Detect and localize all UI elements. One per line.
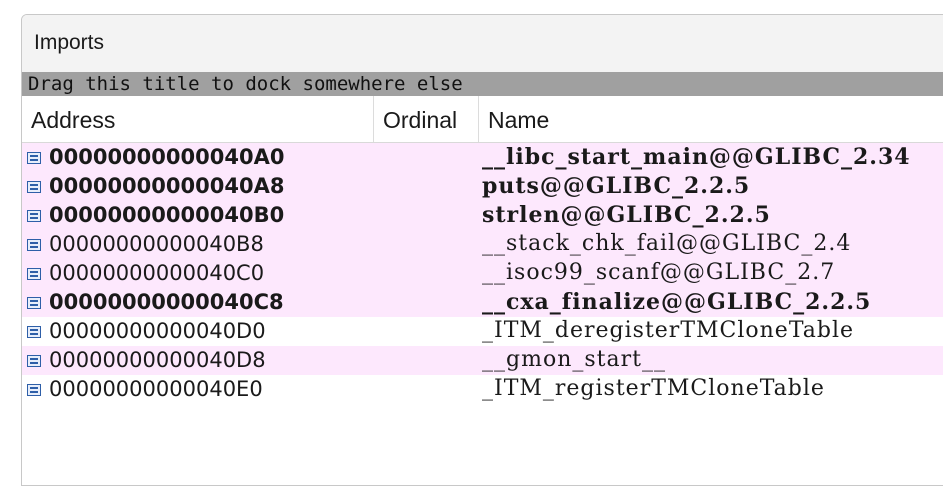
row-name: puts@@GLIBC_2.2.5 xyxy=(482,173,751,199)
row-name: __cxa_finalize@@GLIBC_2.2.5 xyxy=(482,289,872,315)
column-header-ordinal-label: Ordinal xyxy=(383,107,458,133)
column-header-address-label: Address xyxy=(31,107,116,133)
dock-hint-text: Drag this title to dock somewhere else xyxy=(28,73,463,95)
import-entry-icon xyxy=(27,326,41,338)
column-header-address[interactable]: Address xyxy=(22,96,374,142)
table-header: Address Ordinal Name xyxy=(22,96,943,143)
row-address: 00000000000040C0 xyxy=(49,261,265,285)
table-row[interactable]: 00000000000040E0 _ITM_registerTMCloneTabl… xyxy=(22,375,943,404)
row-address: 00000000000040B8 xyxy=(49,232,264,256)
import-entry-icon xyxy=(27,268,41,280)
row-name: strlen@@GLIBC_2.2.5 xyxy=(482,202,771,228)
import-entry-icon xyxy=(27,210,41,222)
import-entry-icon xyxy=(27,384,41,396)
row-name: __gmon_start__ xyxy=(482,347,666,372)
table-row[interactable]: 00000000000040D8 __gmon_start__ xyxy=(22,346,943,375)
imports-panel: Imports Drag this title to dock somewher… xyxy=(21,14,943,486)
table-row[interactable]: 00000000000040A8 puts@@GLIBC_2.2.5 xyxy=(22,172,943,201)
row-address: 00000000000040A8 xyxy=(49,174,285,198)
imports-list: 00000000000040A0 __libc_start_main@@GLIBC… xyxy=(22,143,943,404)
import-entry-icon xyxy=(27,152,41,164)
row-address: 00000000000040E0 xyxy=(49,377,263,401)
row-name: __libc_start_main@@GLIBC_2.34 xyxy=(482,144,911,170)
panel-title: Imports xyxy=(34,31,105,54)
row-address: 00000000000040C8 xyxy=(49,290,284,314)
table-row[interactable]: 00000000000040C8 __cxa_finalize@@GLIBC_2.… xyxy=(22,288,943,317)
row-address: 00000000000040D8 xyxy=(49,348,266,372)
row-name: __isoc99_scanf@@GLIBC_2.7 xyxy=(482,260,836,285)
column-header-name[interactable]: Name xyxy=(479,96,943,142)
table-row[interactable]: 00000000000040A0 __libc_start_main@@GLIBC… xyxy=(22,143,943,172)
table-row[interactable]: 00000000000040B8 __stack_chk_fail@@GLIBC_… xyxy=(22,230,943,259)
import-entry-icon xyxy=(27,181,41,193)
dock-hint-bar[interactable]: Drag this title to dock somewhere else xyxy=(22,72,943,96)
panel-title-bar[interactable]: Imports xyxy=(22,15,943,73)
column-header-name-label: Name xyxy=(488,107,550,133)
column-header-ordinal[interactable]: Ordinal xyxy=(374,96,479,142)
table-row[interactable]: 00000000000040D0 _ITM_deregisterTMCloneTa… xyxy=(22,317,943,346)
import-entry-icon xyxy=(27,355,41,367)
import-entry-icon xyxy=(27,297,41,309)
import-entry-icon xyxy=(27,239,41,251)
table-row[interactable]: 00000000000040B0 strlen@@GLIBC_2.2.5 xyxy=(22,201,943,230)
table-row[interactable]: 00000000000040C0 __isoc99_scanf@@GLIBC_2.… xyxy=(22,259,943,288)
row-address: 00000000000040B0 xyxy=(49,203,285,227)
row-name: _ITM_registerTMCloneTable xyxy=(482,376,825,401)
row-name: __stack_chk_fail@@GLIBC_2.4 xyxy=(482,231,852,256)
row-address: 00000000000040D0 xyxy=(49,319,266,343)
row-address: 00000000000040A0 xyxy=(49,145,285,169)
row-name: _ITM_deregisterTMCloneTable xyxy=(482,318,855,343)
